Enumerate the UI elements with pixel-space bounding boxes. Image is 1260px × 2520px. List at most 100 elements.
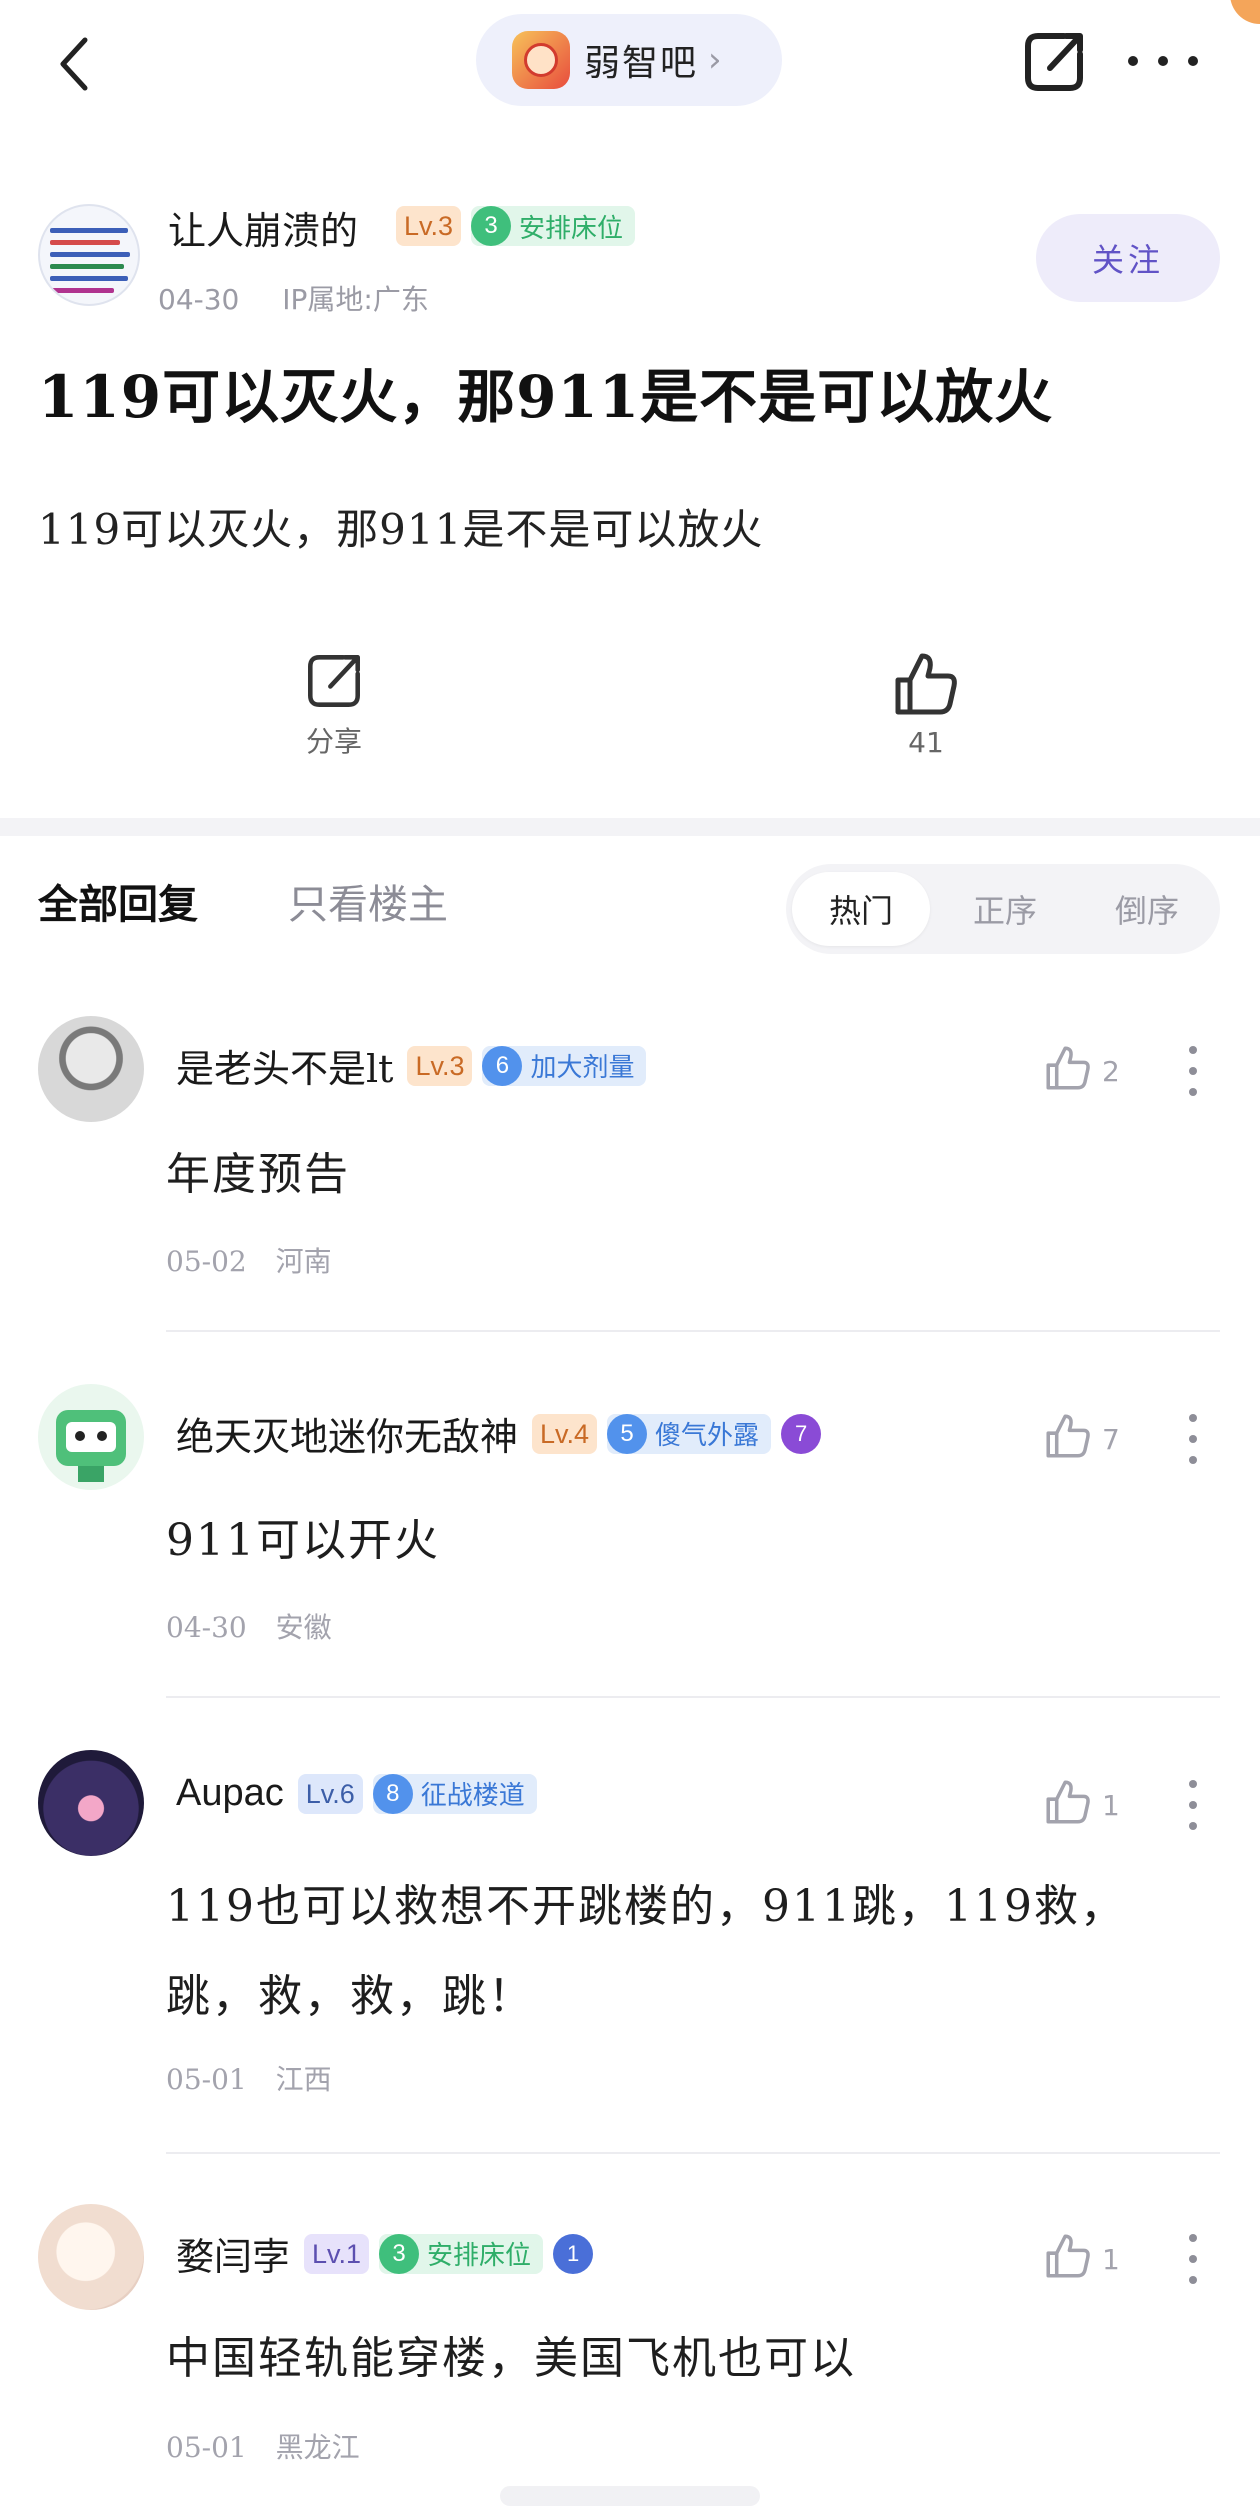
comment-divider xyxy=(166,1330,1220,1332)
comment-meta: 05-01 黑龙江 xyxy=(166,2426,380,2466)
medal-icon: 7 xyxy=(781,1413,822,1454)
comment-location: 河南 xyxy=(275,1245,332,1278)
post-title: 119可以灭火，那911是不是可以放火 xyxy=(38,363,1054,431)
back-button[interactable] xyxy=(44,24,104,104)
comment-header: 是老头不是lt Lv.3 6 加大剂量 xyxy=(176,1038,647,1093)
level-badge: Lv.1 xyxy=(304,2233,370,2274)
comment-more-button[interactable] xyxy=(1188,1046,1198,1096)
post-date: 04-30 xyxy=(158,283,240,316)
comment-more-button[interactable] xyxy=(1188,1780,1198,1830)
author-badges: Lv.3 3 安排床位 xyxy=(396,206,636,246)
share-action[interactable]: 分享 xyxy=(264,650,404,760)
more-vertical-icon xyxy=(1189,1046,1197,1054)
level-badge: Lv.3 xyxy=(396,206,462,246)
avatar[interactable] xyxy=(38,1750,144,1856)
forum-name: 弱智吧 xyxy=(584,43,699,84)
comment-text: 年度预告 xyxy=(166,1149,350,1200)
like-count: 2 xyxy=(1102,1055,1120,1088)
level-badge: Lv.4 xyxy=(532,1413,598,1454)
title-badge: 3 安排床位 xyxy=(379,2233,544,2274)
comment-like-button[interactable]: 1 xyxy=(1044,2232,1120,2280)
comment-date: 05-01 xyxy=(166,2431,247,2464)
comment-date: 05-02 xyxy=(166,1245,247,1278)
avatar[interactable] xyxy=(38,1384,144,1490)
comment-divider xyxy=(166,2152,1220,2154)
level-badge: Lv.6 xyxy=(297,1773,363,1814)
comment-text-line: 119也可以救想不开跳楼的，911跳，119救， xyxy=(166,1881,1126,1932)
back-icon xyxy=(60,37,88,91)
commenter-name[interactable]: Aupac xyxy=(176,1772,284,1815)
comment-date: 05-01 xyxy=(166,2063,247,2096)
title-badge: 8 征战楼道 xyxy=(372,1773,537,1814)
title-badge-number: 3 xyxy=(471,206,512,246)
comment-header: 绝天灭地迷你无敌神 Lv.4 5 傻气外露 7 xyxy=(176,1406,822,1461)
thumbs-up-icon xyxy=(895,653,957,715)
medal-icon: 1 xyxy=(553,2233,594,2274)
share-label: 分享 xyxy=(305,725,362,758)
comment-location: 江西 xyxy=(275,2063,332,2096)
author-meta: 04-30 IP属地:广东 xyxy=(158,278,463,318)
like-count: 7 xyxy=(1102,1423,1120,1456)
comment-like-button[interactable]: 7 xyxy=(1044,1412,1120,1460)
thumbs-up-icon xyxy=(1046,1780,1090,1824)
title-badge-number: 3 xyxy=(379,2233,420,2274)
top-bar: 弱智吧 › xyxy=(0,0,1260,130)
comment-more-button[interactable] xyxy=(1188,2234,1198,2284)
share-icon xyxy=(1025,33,1083,91)
avatar[interactable] xyxy=(38,1016,144,1122)
commenter-name[interactable]: 是老头不是lt xyxy=(176,1038,393,1093)
thumbs-up-icon xyxy=(1046,2234,1090,2278)
title-badge-label: 傻气外露 xyxy=(655,1421,760,1451)
comment-divider xyxy=(166,1696,1220,1698)
more-vertical-icon xyxy=(1189,1414,1197,1422)
title-badge-label: 征战楼道 xyxy=(420,1781,525,1811)
more-vertical-icon xyxy=(1189,2234,1197,2242)
title-badge-number: 6 xyxy=(482,1045,523,1086)
comment-meta: 05-02 河南 xyxy=(166,1240,352,1280)
forum-avatar xyxy=(512,31,570,89)
title-badge: 6 加大剂量 xyxy=(482,1045,647,1086)
commenter-name[interactable]: 婺闫孛 xyxy=(176,2226,290,2281)
commenter-name[interactable]: 绝天灭地迷你无敌神 xyxy=(176,1406,518,1461)
share-icon xyxy=(308,655,360,707)
tab-all-replies[interactable]: 全部回复 xyxy=(38,872,198,930)
forum-pill[interactable]: 弱智吧 › xyxy=(476,14,782,106)
bottom-loading-bar xyxy=(500,2486,760,2506)
corner-decoration xyxy=(1230,0,1260,24)
title-badge-label: 加大剂量 xyxy=(530,1053,635,1083)
comment-text: 911可以开火 xyxy=(166,1515,440,1566)
avatar[interactable] xyxy=(38,2204,144,2310)
comment-location: 黑龙江 xyxy=(275,2431,360,2464)
comment-more-button[interactable] xyxy=(1188,1414,1198,1464)
ip-location: IP属地:广东 xyxy=(282,283,429,316)
share-button[interactable] xyxy=(1020,28,1088,96)
thumbs-up-icon xyxy=(1046,1414,1090,1458)
comment-like-button[interactable]: 1 xyxy=(1044,1778,1120,1826)
sort-hot[interactable]: 热门 xyxy=(792,872,930,946)
comment-header: Aupac Lv.6 8 征战楼道 xyxy=(176,1772,537,1815)
title-badge: 5 傻气外露 xyxy=(607,1413,772,1454)
like-count: 41 xyxy=(908,726,944,759)
title-badge-number: 5 xyxy=(607,1413,648,1454)
comment-text: 中国轻轨能穿楼，美国飞机也可以 xyxy=(166,2333,856,2384)
sort-descending[interactable]: 倒序 xyxy=(1078,872,1216,946)
title-badge-label: 安排床位 xyxy=(427,2241,532,2271)
robot-avatar-icon xyxy=(56,1410,126,1482)
comment-meta: 05-01 江西 xyxy=(166,2058,352,2098)
tab-op-only[interactable]: 只看楼主 xyxy=(288,872,448,930)
comment-like-button[interactable]: 2 xyxy=(1044,1044,1120,1092)
comment-text-line: 跳，救，救，跳！ xyxy=(166,1971,534,2022)
author-name[interactable]: 让人崩溃的 xyxy=(168,200,358,255)
like-action[interactable]: 41 xyxy=(856,650,996,759)
sort-ascending[interactable]: 正序 xyxy=(936,872,1074,946)
comment-meta: 04-30 安徽 xyxy=(166,1606,352,1646)
chevron-right-icon: › xyxy=(708,40,722,80)
more-vertical-icon xyxy=(1189,1780,1197,1788)
sort-toggle: 热门 正序 倒序 xyxy=(786,864,1220,954)
more-button[interactable] xyxy=(1128,36,1198,86)
follow-button[interactable]: 关注 xyxy=(1036,214,1220,302)
title-badge: 3 安排床位 xyxy=(471,206,636,246)
more-icon xyxy=(1128,56,1138,66)
author-avatar[interactable] xyxy=(38,204,140,306)
like-count: 1 xyxy=(1102,1789,1120,1822)
